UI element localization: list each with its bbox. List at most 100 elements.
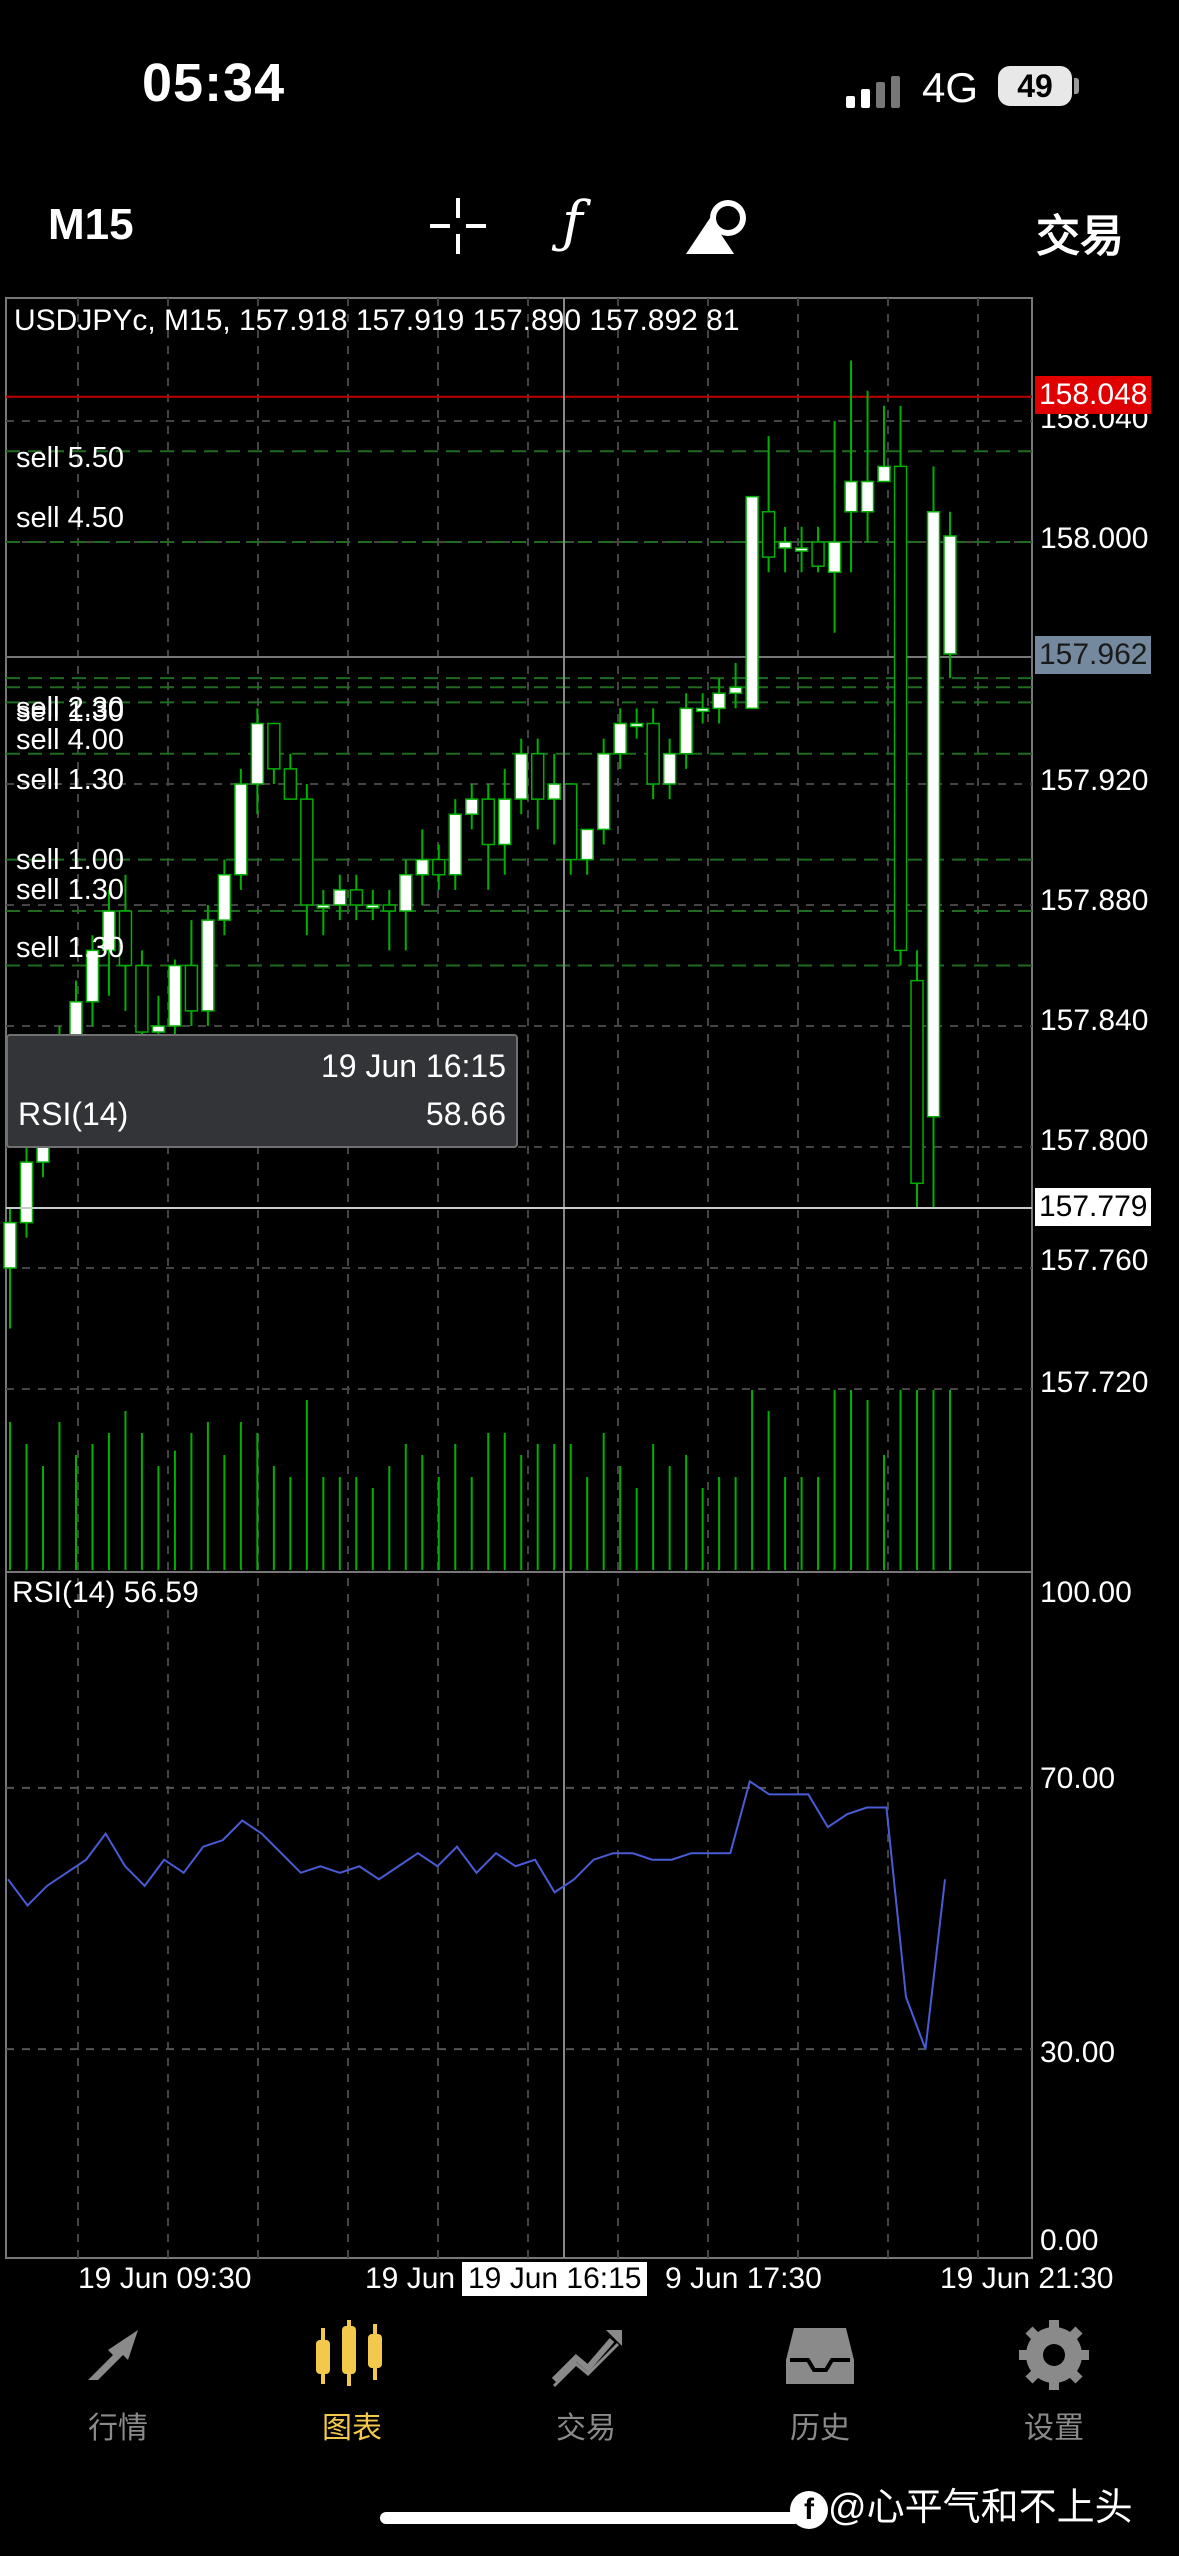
home-indicator [380, 2512, 800, 2524]
sell-order-label: sell 5.50 [16, 442, 125, 474]
rsi-title: RSI(14) 56.59 [12, 1576, 199, 1609]
candle-body [745, 495, 759, 710]
candle-body [448, 813, 463, 876]
candle-body [316, 904, 331, 909]
rsi-axis-label: 0.00 [1040, 2224, 1099, 2257]
candle-body [399, 874, 413, 912]
tooltip-value: 58.66 [425, 1096, 506, 1132]
tooltip-indicator: RSI(14) [18, 1096, 129, 1132]
watermark: f @心平气和不上头 [790, 2476, 1133, 2531]
nav-tab-label: 行情 [88, 2412, 148, 2445]
candle-body [184, 964, 199, 1012]
crosshair-price-tag: 157.779 [1035, 1188, 1152, 1226]
rsi-line [7, 1779, 946, 2050]
sell-order-label: sell 4.00 [16, 724, 125, 756]
price-axis-label: 157.920 [1040, 764, 1149, 797]
candle-body [563, 783, 578, 861]
candle-body [794, 547, 809, 552]
time-label: 9 Jun 17:30 [665, 2262, 822, 2295]
time-label: 19 Jun 09:30 [78, 2262, 252, 2295]
candle-body [827, 541, 842, 573]
candle-body [613, 722, 627, 755]
trade-icon [486, 2320, 686, 2395]
history-icon [720, 2320, 920, 2395]
candle-body [695, 707, 710, 713]
candle-body [497, 798, 512, 846]
candle-body [712, 692, 726, 710]
candle-body [547, 783, 561, 800]
nav-tab-label: 交易 [556, 2412, 616, 2445]
candle-body [679, 707, 693, 755]
nav-tab-label: 设置 [1024, 2412, 1084, 2445]
nav-tab[interactable]: 图表 [252, 2320, 452, 2447]
nav-tab[interactable]: 行情 [18, 2320, 218, 2447]
candle-body [250, 722, 265, 785]
ask-price-tag: 158.048 [1035, 376, 1152, 414]
candle-body [234, 783, 248, 876]
candle-body [135, 964, 149, 1033]
sell-order-label: sell 4.50 [16, 502, 125, 534]
crosshair-tooltip: 19 Jun 16:15 RSI(14) 58.66 [6, 1034, 518, 1148]
rsi-axis-label: 70.00 [1040, 1762, 1116, 1795]
price-axis-label: 158.000 [1040, 522, 1149, 555]
nav-tab[interactable]: 交易 [486, 2320, 686, 2447]
tooltip-date: 19 Jun 16:15 [320, 1048, 506, 1084]
candle-body [300, 798, 314, 906]
candle-body [580, 828, 594, 861]
price-axis-label: 157.760 [1040, 1244, 1149, 1277]
candle-body [3, 1221, 17, 1269]
price-axis-label: 157.840 [1040, 1004, 1149, 1037]
candle-body [943, 535, 957, 655]
candle-body [349, 889, 364, 906]
candle-body [893, 465, 908, 952]
price-chart[interactable] [0, 0, 1179, 2300]
chart-title: USDJPYc, M15, 157.918 157.919 157.890 15… [14, 304, 740, 337]
sell-order-label: sell 1.00 [16, 844, 125, 876]
candle-body [646, 722, 660, 785]
chart-icon [252, 2320, 452, 2395]
settings-icon [954, 2320, 1154, 2395]
candle-body [415, 858, 430, 876]
candle-body [596, 753, 611, 831]
rsi-axis-label: 30.00 [1040, 2036, 1116, 2069]
candle-body [778, 541, 792, 549]
nav-tab-label: 历史 [790, 2412, 850, 2445]
candle-body [877, 465, 891, 483]
candle-body [910, 979, 924, 1185]
sell-order-label: sell 1.30 [16, 874, 125, 906]
candle-body [662, 753, 677, 785]
candle-body [283, 768, 298, 800]
time-label: 19 Jun [365, 2262, 456, 2295]
chart-frame [5, 297, 1033, 2259]
candle-body [481, 798, 495, 846]
sell-order-label: sell 1.30 [16, 932, 125, 964]
candle-body [530, 753, 545, 800]
candle-body [217, 874, 232, 921]
price-axis-label: 157.880 [1040, 884, 1149, 917]
candle-body [432, 858, 446, 876]
nav-tab[interactable]: 历史 [720, 2320, 920, 2447]
candle-body [629, 722, 644, 728]
quotes-icon [18, 2320, 218, 2395]
candle-body [811, 541, 825, 567]
watermark-text: @心平气和不上头 [828, 2487, 1133, 2529]
rsi-axis-label: 100.00 [1040, 1576, 1132, 1609]
time-label: 19 Jun 21:30 [940, 2262, 1114, 2295]
sell-order-label: sell 1.30 [16, 764, 125, 796]
candle-body [201, 919, 215, 1012]
candle-body [761, 511, 776, 558]
candle-body [333, 889, 347, 906]
candle-body [168, 964, 182, 1027]
candle-body [860, 480, 875, 513]
candle-body [844, 480, 858, 513]
candle-body [926, 511, 941, 1118]
price-axis-label: 157.800 [1040, 1124, 1149, 1157]
bid-price-tag: 157.962 [1035, 636, 1152, 674]
candle-body [514, 753, 528, 800]
nav-tab[interactable]: 设置 [954, 2320, 1154, 2447]
candle-body [728, 686, 743, 695]
candle-body [151, 1025, 166, 1033]
nav-tab-label: 图表 [322, 2412, 382, 2445]
candle-body [465, 798, 479, 815]
candle-body [382, 904, 397, 912]
